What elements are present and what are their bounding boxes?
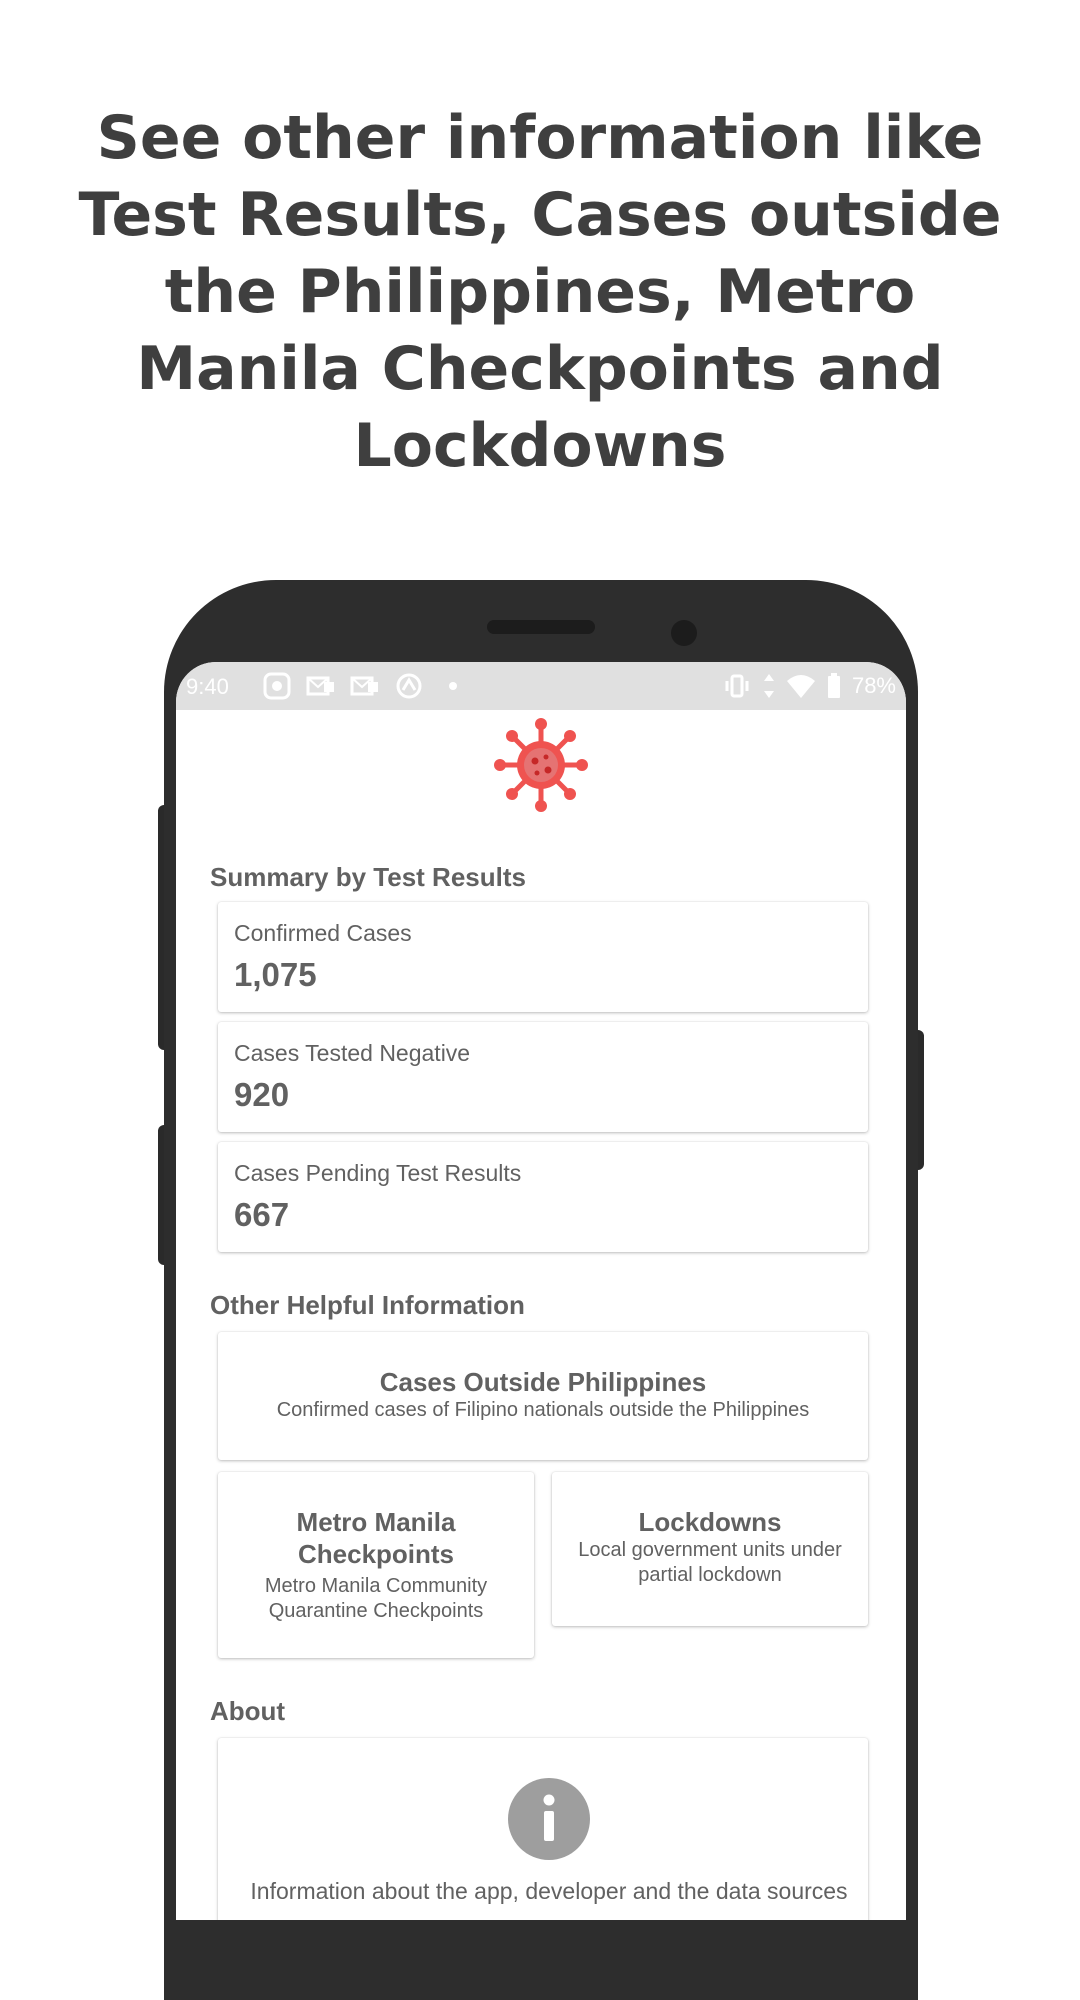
about-description: Information about the app, developer and…: [250, 1878, 848, 1904]
phone-speaker: [487, 620, 595, 634]
sync-icon: [396, 673, 422, 699]
pending-cases-card: Cases Pending Test Results 667: [218, 1142, 868, 1252]
notification-icon: [263, 672, 291, 700]
battery-percent: 78%: [851, 673, 896, 698]
stat-label: Confirmed Cases: [234, 920, 412, 946]
stat-value: 920: [234, 1076, 290, 1113]
stat-value: 667: [234, 1196, 290, 1233]
card-title: Metro Manila Checkpoints: [296, 1507, 456, 1569]
negative-cases-card: Cases Tested Negative 920: [218, 1022, 868, 1132]
data-arrows-icon: [763, 674, 774, 698]
status-notification-icons: [262, 672, 468, 700]
other-info-section-title: Other Helpful Information: [210, 1290, 525, 1320]
vibrate-icon: [725, 674, 749, 698]
card-description: Local government units under partial loc…: [578, 1539, 842, 1586]
card-description: Confirmed cases of Filipino nationals ou…: [276, 1399, 810, 1421]
about-section-title: About: [210, 1696, 286, 1726]
phone-camera: [671, 620, 697, 646]
dot-icon: [449, 682, 457, 690]
card-title: Lockdowns: [638, 1507, 782, 1537]
status-time: 9:40: [186, 674, 229, 699]
lockdowns-card[interactable]: Lockdowns Local government units under p…: [552, 1472, 868, 1626]
battery-icon: [827, 673, 840, 698]
promo-headline: See other information like Test Results,…: [78, 103, 1002, 481]
info-icon: [508, 1778, 590, 1860]
stat-value: 1,075: [234, 956, 317, 993]
stat-label: Cases Pending Test Results: [234, 1160, 522, 1186]
stat-label: Cases Tested Negative: [234, 1040, 471, 1066]
card-description: Metro Manila Community Quarantine Checkp…: [264, 1575, 488, 1622]
app-screen: 9:40 78% Summary by Test Results Confirm…: [176, 662, 906, 1920]
mail-icon: [350, 676, 378, 696]
about-card[interactable]: Information about the app, developer and…: [218, 1738, 868, 1920]
virus-icon: [494, 718, 588, 812]
metro-manila-checkpoints-card[interactable]: Metro Manila Checkpoints Metro Manila Co…: [218, 1472, 534, 1658]
status-system-icons: 78%: [722, 672, 896, 700]
cases-outside-philippines-card[interactable]: Cases Outside Philippines Confirmed case…: [218, 1332, 868, 1460]
card-title: Cases Outside Philippines: [379, 1367, 707, 1397]
summary-section-title: Summary by Test Results: [210, 862, 526, 892]
mail-icon: [306, 676, 334, 696]
status-bar: 9:40 78%: [176, 662, 906, 710]
confirmed-cases-card: Confirmed Cases 1,075: [218, 902, 868, 1012]
wifi-icon: [786, 675, 815, 698]
